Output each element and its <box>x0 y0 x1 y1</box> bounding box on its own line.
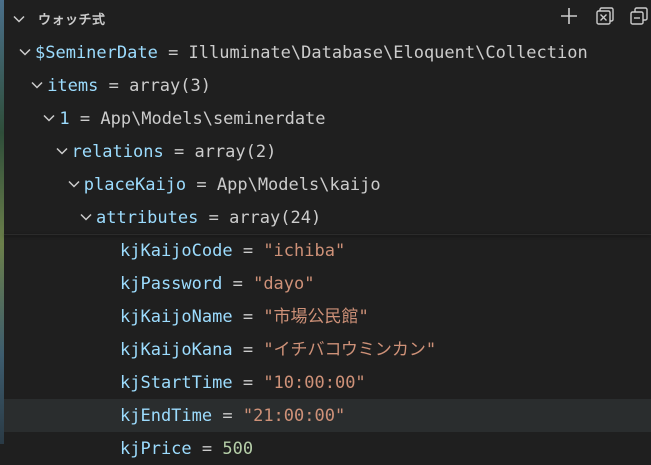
variable-value: "10:00:00" <box>263 373 366 393</box>
collapse-all-button[interactable] <box>593 6 617 30</box>
collapse-all-icon <box>595 6 615 30</box>
equals-sign: = <box>232 307 264 327</box>
tree-row-label: relations = array(2) <box>72 141 277 163</box>
add-icon <box>559 6 579 30</box>
equals-sign: = <box>232 373 264 393</box>
chevron-down-icon[interactable] <box>12 11 26 25</box>
tree-row[interactable]: kjKaijoCode = "ichiba" <box>4 234 651 267</box>
variable-value: Illuminate\Database\Eloquent\Collection <box>188 43 588 63</box>
tree-row[interactable]: kjPrice = 500 <box>4 432 651 465</box>
chevron-down-icon[interactable] <box>17 44 33 60</box>
variable-name: placeKaijo <box>83 175 187 195</box>
chevron-down-icon[interactable] <box>29 77 45 93</box>
equals-sign: = <box>163 142 195 162</box>
watch-tree: $SeminerDate = Illuminate\Database\Eloqu… <box>4 36 651 465</box>
tree-row-label: kjKaijoName = "市場公民館" <box>120 306 369 328</box>
variable-name: kjEndTime <box>120 406 213 426</box>
variable-value: "ichiba" <box>263 241 346 261</box>
equals-sign: = <box>212 406 243 426</box>
variable-name: kjStartTime <box>120 373 233 393</box>
watch-panel-header[interactable]: ウォッチ式 <box>4 0 651 36</box>
tree-row[interactable]: kjEndTime = "21:00:00" <box>4 399 651 432</box>
chevron-down-icon[interactable] <box>66 176 82 192</box>
variable-name: kjPassword <box>120 274 223 294</box>
variable-name: 1 <box>59 109 70 129</box>
chevron-down-icon[interactable] <box>41 110 57 126</box>
tree-row-label: kjEndTime = "21:00:00" <box>120 405 345 427</box>
variable-value: array(24) <box>229 208 322 228</box>
variable-name: $SeminerDate <box>35 43 158 63</box>
tree-row[interactable]: kjKaijoName = "市場公民館" <box>4 300 651 333</box>
chevron-down-icon[interactable] <box>54 143 70 159</box>
variable-value: App\Models\kaijo <box>216 175 381 195</box>
variable-value: array(3) <box>129 76 211 96</box>
variable-name: kjKaijoName <box>120 307 233 327</box>
sticky-scroll-divider <box>4 234 651 235</box>
tree-row[interactable]: $SeminerDate = Illuminate\Database\Eloqu… <box>4 36 651 69</box>
tree-row-label: placeKaijo = App\Models\kaijo <box>84 174 381 196</box>
equals-sign: = <box>191 439 223 459</box>
variable-value: array(2) <box>194 142 277 162</box>
variable-name: items <box>47 76 99 96</box>
tree-row-label: kjPrice = 500 <box>120 438 253 460</box>
tree-row-label: items = array(3) <box>47 75 211 97</box>
variable-name: kjKaijoKana <box>120 340 233 360</box>
tree-row-label: kjKaijoCode = "ichiba" <box>120 240 345 262</box>
watch-panel-title: ウォッチ式 <box>38 13 106 28</box>
tree-row-label: attributes = array(24) <box>96 207 321 229</box>
tree-row-label: kjKaijoKana = "イチバコウミンカン" <box>120 339 436 361</box>
chevron-down-icon[interactable] <box>78 209 94 225</box>
tree-row[interactable]: placeKaijo = App\Models\kaijo <box>4 168 651 201</box>
remove-all-button[interactable] <box>627 6 651 30</box>
equals-sign: = <box>222 274 254 294</box>
tree-row-label: kjStartTime = "10:00:00" <box>120 372 366 394</box>
equals-sign: = <box>232 340 264 360</box>
tree-row-label: kjPassword = "dayo" <box>120 273 315 295</box>
variable-name: attributes <box>96 208 199 228</box>
tree-row[interactable]: 1 = App\Models\seminerdate <box>4 102 651 135</box>
tree-row[interactable]: items = array(3) <box>4 69 651 102</box>
variable-value: "21:00:00" <box>242 406 346 426</box>
tree-row-label: $SeminerDate = Illuminate\Database\Eloqu… <box>35 42 588 64</box>
remove-all-icon <box>629 6 649 30</box>
variable-value: "市場公民館" <box>263 307 369 327</box>
tree-row-label: 1 = App\Models\seminerdate <box>59 108 325 130</box>
variable-name: relations <box>71 142 164 162</box>
tree-row[interactable]: kjStartTime = "10:00:00" <box>4 366 651 399</box>
variable-name: kjKaijoCode <box>120 241 233 261</box>
equals-sign: = <box>186 175 217 195</box>
equals-sign: = <box>98 76 130 96</box>
tree-row[interactable]: kjKaijoKana = "イチバコウミンカン" <box>4 333 651 366</box>
equals-sign: = <box>69 109 101 129</box>
equals-sign: = <box>232 241 264 261</box>
equals-sign: = <box>198 208 230 228</box>
tree-row[interactable]: relations = array(2) <box>4 135 651 168</box>
equals-sign: = <box>157 43 189 63</box>
tree-row[interactable]: kjPassword = "dayo" <box>4 267 651 300</box>
variable-value: 500 <box>222 439 254 459</box>
tree-row[interactable]: attributes = array(24) <box>4 201 651 234</box>
add-expression-button[interactable] <box>557 6 581 30</box>
variable-value: App\Models\seminerdate <box>100 109 326 129</box>
variable-value: "イチバコウミンカン" <box>263 340 437 360</box>
variable-value: "dayo" <box>253 274 315 294</box>
variable-name: kjPrice <box>120 439 192 459</box>
